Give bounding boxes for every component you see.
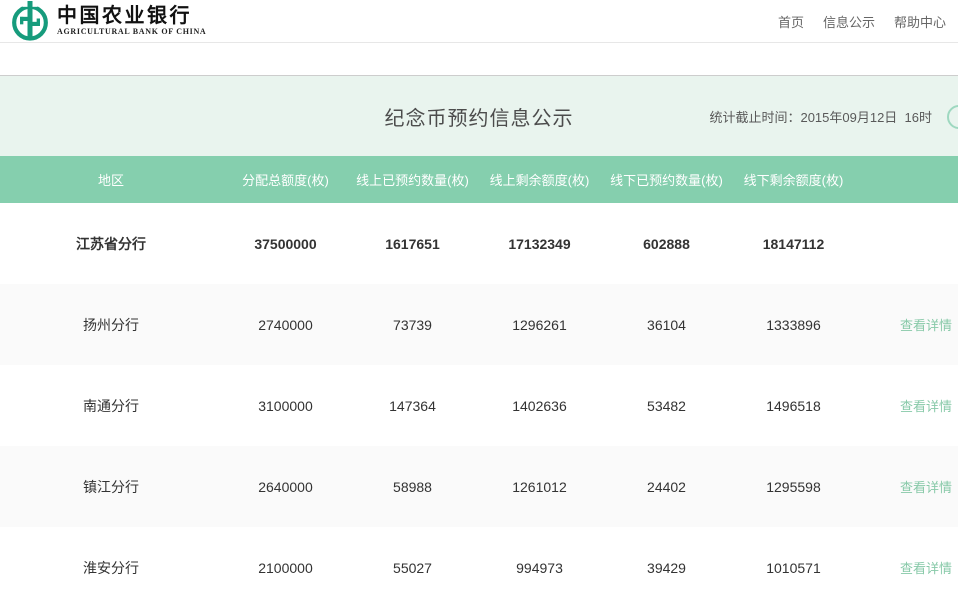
total-cell: 2100000	[258, 559, 313, 576]
col-header-online-reserved: 线上已预约数量(枚)	[356, 173, 469, 188]
online-reserved-cell: 1617651	[385, 235, 440, 252]
table-row-nantong: 南通分行 3100000 147364 1402636 53482 149651…	[0, 365, 958, 446]
total-cell: 37500000	[254, 235, 317, 252]
detail-cell: 查看详情	[857, 315, 958, 334]
total-cell: 3100000	[258, 397, 313, 414]
online-reserved-cell: 73739	[393, 316, 432, 333]
region-cell: 镇江分行	[83, 478, 139, 495]
top-nav: 首页 信息公示 帮助中心	[778, 0, 946, 43]
offline-reserved-cell: 36104	[647, 316, 686, 333]
detail-cell: 查看详情	[857, 477, 958, 496]
table-row-jiangsu-province: 江苏省分行 37500000 1617651 17132349 602888 1…	[0, 203, 958, 284]
table-header-row: 地区 分配总额度(枚) 线上已预约数量(枚) 线上剩余额度(枚) 线下已预约数量…	[0, 156, 958, 203]
brand-name-en: AGRICULTURAL BANK OF CHINA	[57, 27, 207, 36]
region-cell: 淮安分行	[83, 559, 139, 576]
offline-remaining-cell: 18147112	[762, 235, 825, 252]
stats-deadline: 统计截止时间： 2015年09月12日 16时	[709, 76, 932, 156]
table-row-zhenjiang: 镇江分行 2640000 58988 1261012 24402 1295598…	[0, 446, 958, 527]
quota-table: 地区 分配总额度(枚) 线上已预约数量(枚) 线上剩余额度(枚) 线下已预约数量…	[0, 156, 958, 589]
view-details-link[interactable]: 查看详情	[900, 399, 952, 414]
total-cell: 2740000	[258, 316, 313, 333]
table-row-huaian: 淮安分行 2100000 55027 994973 39429 1010571 …	[0, 527, 958, 589]
offline-remaining-cell: 1333896	[766, 316, 821, 333]
online-reserved-cell: 147364	[389, 397, 436, 414]
stats-deadline-label: 统计截止时间：	[709, 109, 801, 125]
top-header: 中国农业银行 AGRICULTURAL BANK OF CHINA 首页 信息公…	[0, 0, 958, 43]
col-header-online-remaining: 线上剩余额度(枚)	[489, 173, 590, 188]
sub-strip	[0, 43, 958, 76]
region-cell: 南通分行	[83, 397, 139, 414]
offline-remaining-cell: 1295598	[766, 478, 821, 495]
nav-home-link[interactable]: 首页	[778, 12, 804, 31]
offline-remaining-cell: 1496518	[766, 397, 821, 414]
nav-info-disclosure-link[interactable]: 信息公示	[823, 12, 875, 31]
page: 中国农业银行 AGRICULTURAL BANK OF CHINA 首页 信息公…	[0, 0, 958, 589]
col-header-region: 地区	[97, 173, 124, 188]
col-header-offline-reserved: 线下已预约数量(枚)	[610, 173, 723, 188]
view-details-link[interactable]: 查看详情	[900, 480, 952, 495]
online-remaining-cell: 994973	[516, 559, 563, 576]
view-details-link[interactable]: 查看详情	[900, 561, 952, 576]
offline-reserved-cell: 24402	[647, 478, 686, 495]
offline-reserved-cell: 602888	[643, 235, 690, 252]
online-remaining-cell: 1296261	[512, 316, 567, 333]
nav-help-center-link[interactable]: 帮助中心	[894, 12, 946, 31]
detail-cell: 查看详情	[857, 558, 958, 577]
title-band: 纪念币预约信息公示 统计截止时间： 2015年09月12日 16时	[0, 76, 958, 156]
online-reserved-cell: 58988	[393, 478, 432, 495]
brand-name-cn: 中国农业银行	[57, 5, 192, 27]
region-cell: 江苏省分行	[76, 235, 146, 252]
stats-deadline-value: 2015年09月12日 16时	[800, 109, 932, 125]
offline-reserved-cell: 39429	[647, 559, 686, 576]
detail-cell: 查看详情	[857, 396, 958, 415]
online-remaining-cell: 1261012	[512, 478, 567, 495]
offline-remaining-cell: 1010571	[766, 559, 821, 576]
online-remaining-cell: 1402636	[512, 397, 567, 414]
offline-reserved-cell: 53482	[647, 397, 686, 414]
table-row-yangzhou: 扬州分行 2740000 73739 1296261 36104 1333896…	[0, 284, 958, 365]
view-details-link[interactable]: 查看详情	[900, 318, 952, 333]
online-reserved-cell: 55027	[393, 559, 432, 576]
online-remaining-cell: 17132349	[508, 235, 571, 252]
total-cell: 2640000	[258, 478, 313, 495]
region-cell: 扬州分行	[83, 316, 139, 333]
col-header-offline-remaining: 线下剩余额度(枚)	[743, 173, 844, 188]
col-header-total-quota: 分配总额度(枚)	[242, 173, 329, 188]
bank-logo[interactable]: 中国农业银行 AGRICULTURAL BANK OF CHINA	[0, 1, 206, 41]
brand-text: 中国农业银行 AGRICULTURAL BANK OF CHINA	[57, 5, 206, 37]
abc-bank-logo-icon	[12, 1, 48, 41]
